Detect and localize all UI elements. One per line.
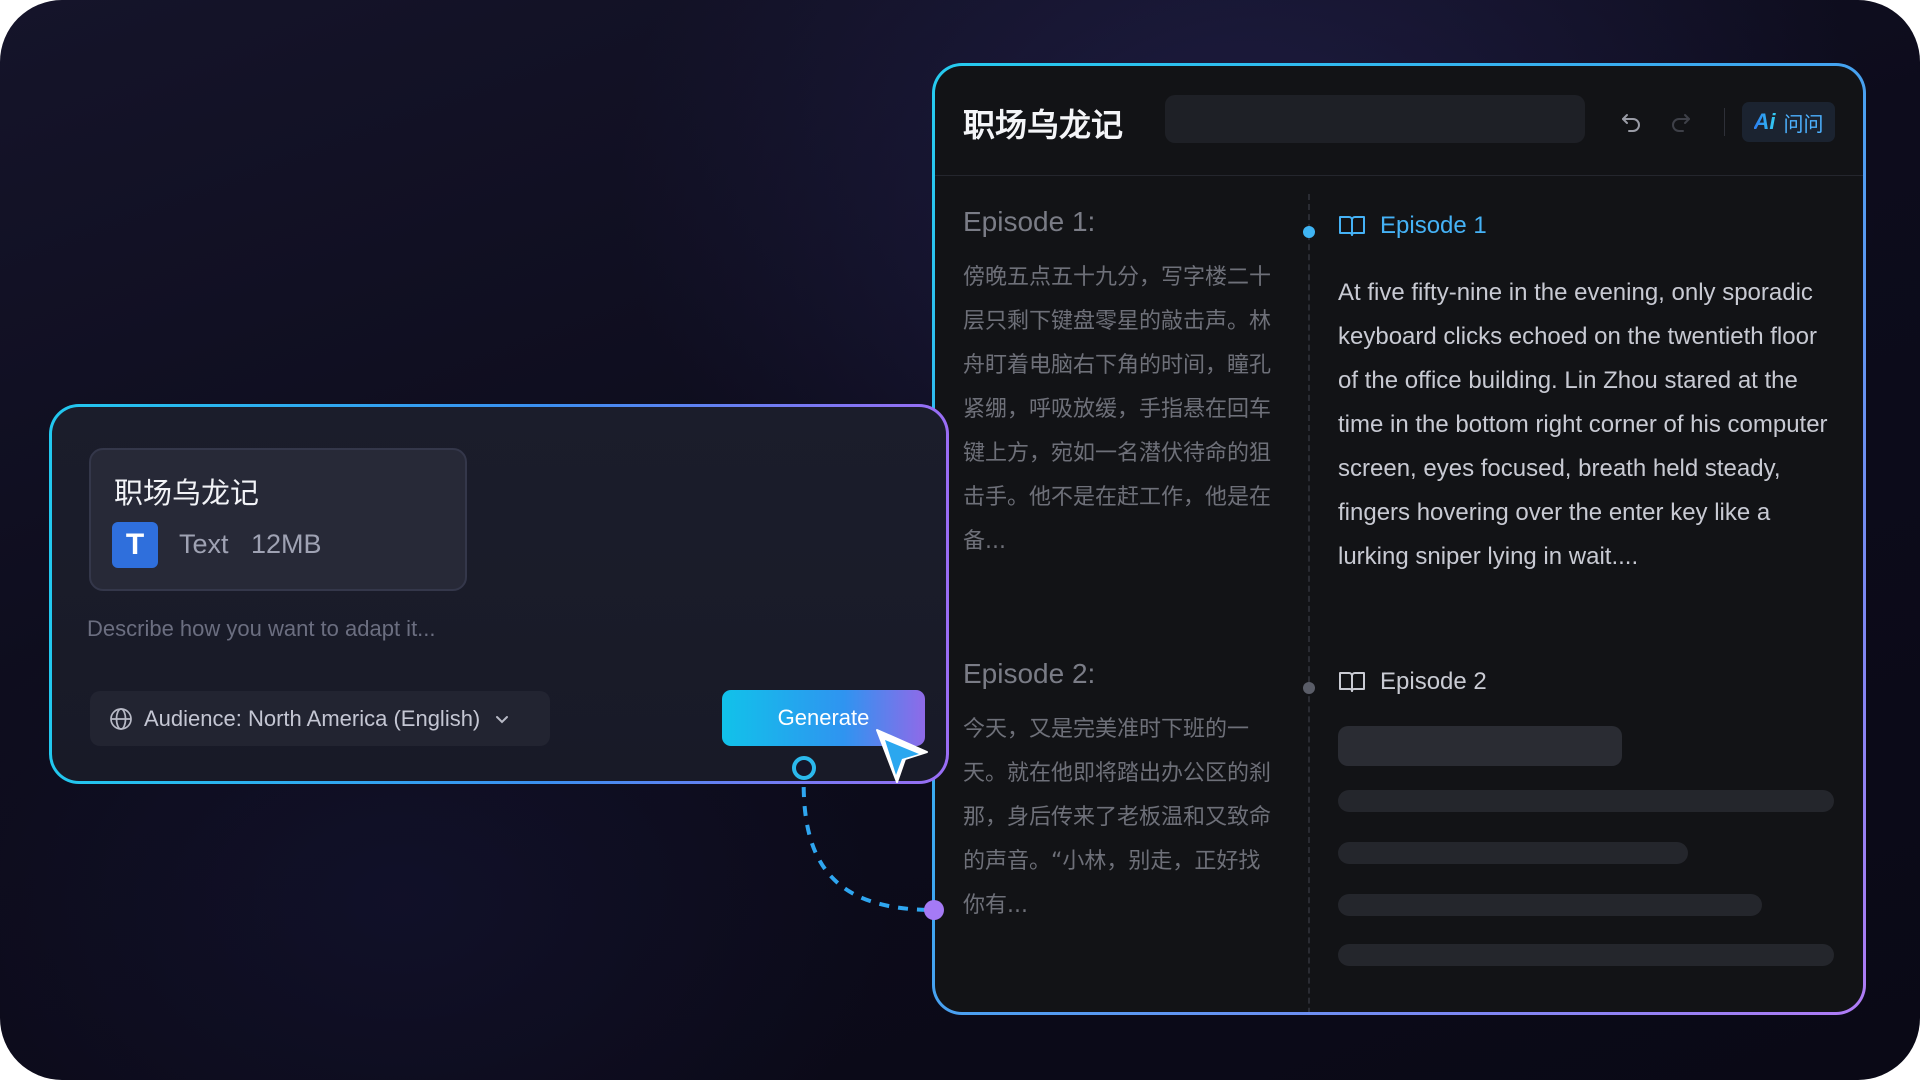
book-icon [1339,672,1365,692]
adapt-prompt-input[interactable] [87,612,607,646]
timeline-dot-active [1303,226,1315,238]
uploaded-file-card[interactable]: 职场乌龙记 T Text 12MB [89,448,467,591]
episode-1-label: Episode 1 [1380,212,1487,239]
ask-ai-button[interactable]: Ai 问问 [1742,102,1835,142]
redo-icon[interactable] [1665,106,1697,138]
ai-logo-icon: Ai [1753,109,1776,134]
audience-select[interactable]: Audience: North America (English) [90,691,550,746]
source-episode-2-heading: Episode 2: [963,658,1096,689]
file-title: 职场乌龙记 [114,476,260,510]
adapt-input-panel: 职场乌龙记 T Text 12MB Audience: North Americ… [49,404,949,784]
source-episode-1: Episode 1: 傍晚五点五十九分，写字楼二十层只剩下键盘零星的敲击声。林舟… [963,206,1283,564]
loading-skeleton-line [1338,894,1762,916]
preview-toolbar: 职场乌龙记 Ai 问问 [935,66,1863,176]
ask-ai-label: 问问 [1783,113,1824,136]
source-episode-1-heading: Episode 1: [963,206,1096,237]
source-episode-2: Episode 2: 今天，又是完美准时下班的一天。就在他即将踏出办公区的刹那，… [963,658,1283,928]
undo-icon[interactable] [1615,106,1647,138]
source-episode-2-text: 今天，又是完美准时下班的一天。就在他即将踏出办公区的刹那，身后传来了老板温和又致… [963,717,1272,918]
cursor-arrow-icon [876,729,928,783]
book-icon [1339,216,1365,236]
script-preview-panel: 职场乌龙记 Ai 问问 Episode 1: 傍晚五点五十九分，写字楼二十层只剩… [932,63,1866,1015]
episode-2-link[interactable]: Episode 2 [1338,668,1487,696]
episode-1-translation: At five fifty-nine in the evening, only … [1338,279,1828,570]
script-preview-body: 职场乌龙记 Ai 问问 Episode 1: 傍晚五点五十九分，写字楼二十层只剩… [935,66,1863,1012]
timeline-line [1308,194,1310,1012]
source-episode-1-text: 傍晚五点五十九分，写字楼二十层只剩下键盘零星的敲击声。林舟盯着电脑右下角的时间，… [963,265,1272,554]
document-title: 职场乌龙记 [963,106,1124,144]
chevron-down-icon [496,715,509,723]
episode-1-link[interactable]: Episode 1 [1338,212,1487,240]
globe-icon [110,707,132,730]
loading-skeleton-line [1338,944,1834,966]
file-type: Text [179,529,229,559]
loading-skeleton-line [1338,842,1688,864]
adapt-input-body: 职场乌龙记 T Text 12MB Audience: North Americ… [52,407,946,781]
title-search-field[interactable] [1165,95,1585,143]
background-stage: 职场乌龙记 Ai 问问 Episode 1: 傍晚五点五十九分，写字楼二十层只剩… [0,0,1920,1080]
toolbar-divider [1724,108,1725,136]
file-size: 12MB [251,529,322,559]
audience-label: Audience: North America (English) [144,705,481,731]
loading-skeleton-title [1338,726,1622,766]
timeline-dot-pending [1303,682,1315,694]
loading-skeleton-line [1338,790,1834,812]
text-file-icon: T [112,522,158,568]
episode-2-label: Episode 2 [1380,668,1487,695]
